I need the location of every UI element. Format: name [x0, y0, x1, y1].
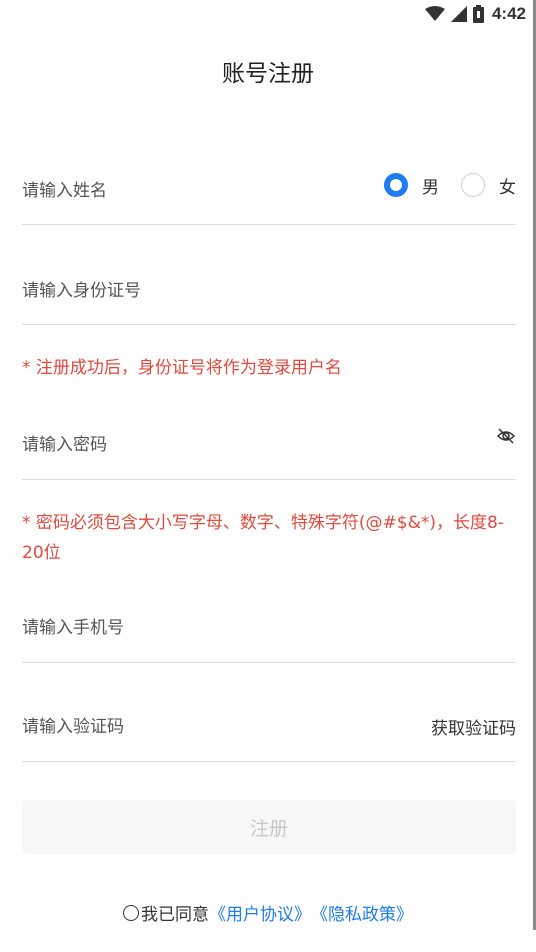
gender-female-label[interactable]: 女	[499, 173, 516, 198]
password-input-placeholder: 请输入密码	[22, 435, 107, 455]
gender-male-label[interactable]: 男	[422, 173, 439, 198]
privacy-policy-link[interactable]: 《隐私政策》	[311, 900, 413, 925]
name-field[interactable]: 请输入姓名 男 女	[22, 170, 516, 225]
id-number-field[interactable]: 请输入身份证号	[22, 270, 516, 325]
gender-selector: 男 女	[384, 170, 516, 200]
register-button[interactable]: 注册	[22, 800, 516, 854]
get-code-button[interactable]: 获取验证码	[431, 714, 516, 739]
status-bar: 4:42	[0, 0, 536, 28]
status-icons: 4:42	[424, 3, 526, 25]
wifi-icon	[424, 6, 445, 21]
id-number-input-placeholder: 请输入身份证号	[22, 281, 141, 301]
verification-code-input-placeholder: 请输入验证码	[22, 717, 124, 737]
eye-off-icon[interactable]	[496, 426, 516, 446]
verification-code-field[interactable]: 请输入验证码 获取验证码	[22, 706, 516, 762]
name-input-placeholder: 请输入姓名	[22, 181, 107, 201]
cell-signal-icon	[450, 6, 467, 22]
password-hint: * 密码必须包含大小写字母、数字、特殊字符(@#$&*)，长度8-20位	[22, 513, 504, 563]
agreement-row: 我已同意 《用户协议》 《隐私政策》	[0, 900, 536, 925]
gender-male-radio[interactable]	[384, 173, 408, 197]
agreement-prefix: 我已同意	[141, 905, 209, 925]
phone-field[interactable]: 请输入手机号	[22, 607, 516, 663]
user-agreement-link[interactable]: 《用户协议》	[209, 900, 311, 925]
agreement-checkbox[interactable]	[123, 904, 139, 921]
gender-female-radio[interactable]	[461, 173, 485, 197]
page-title: 账号注册	[222, 61, 314, 87]
password-field[interactable]: 请输入密码	[22, 424, 516, 480]
id-number-hint: * 注册成功后，身份证号将作为登录用户名	[22, 358, 342, 378]
battery-icon	[472, 5, 484, 23]
phone-input-placeholder: 请输入手机号	[22, 618, 124, 638]
offscreen-content	[200, 946, 340, 952]
status-time: 4:42	[491, 4, 526, 23]
